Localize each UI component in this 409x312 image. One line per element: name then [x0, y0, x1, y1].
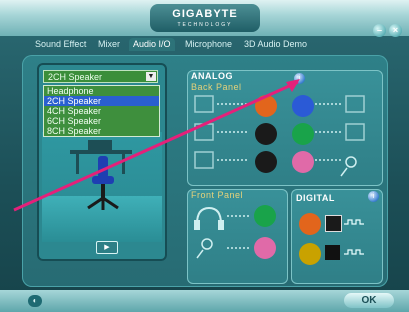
audio-manager-window: GIGABYTE TECHNOLOGY – × Sound Effect Mix…	[0, 0, 409, 312]
annotation-arrow	[13, 79, 300, 212]
